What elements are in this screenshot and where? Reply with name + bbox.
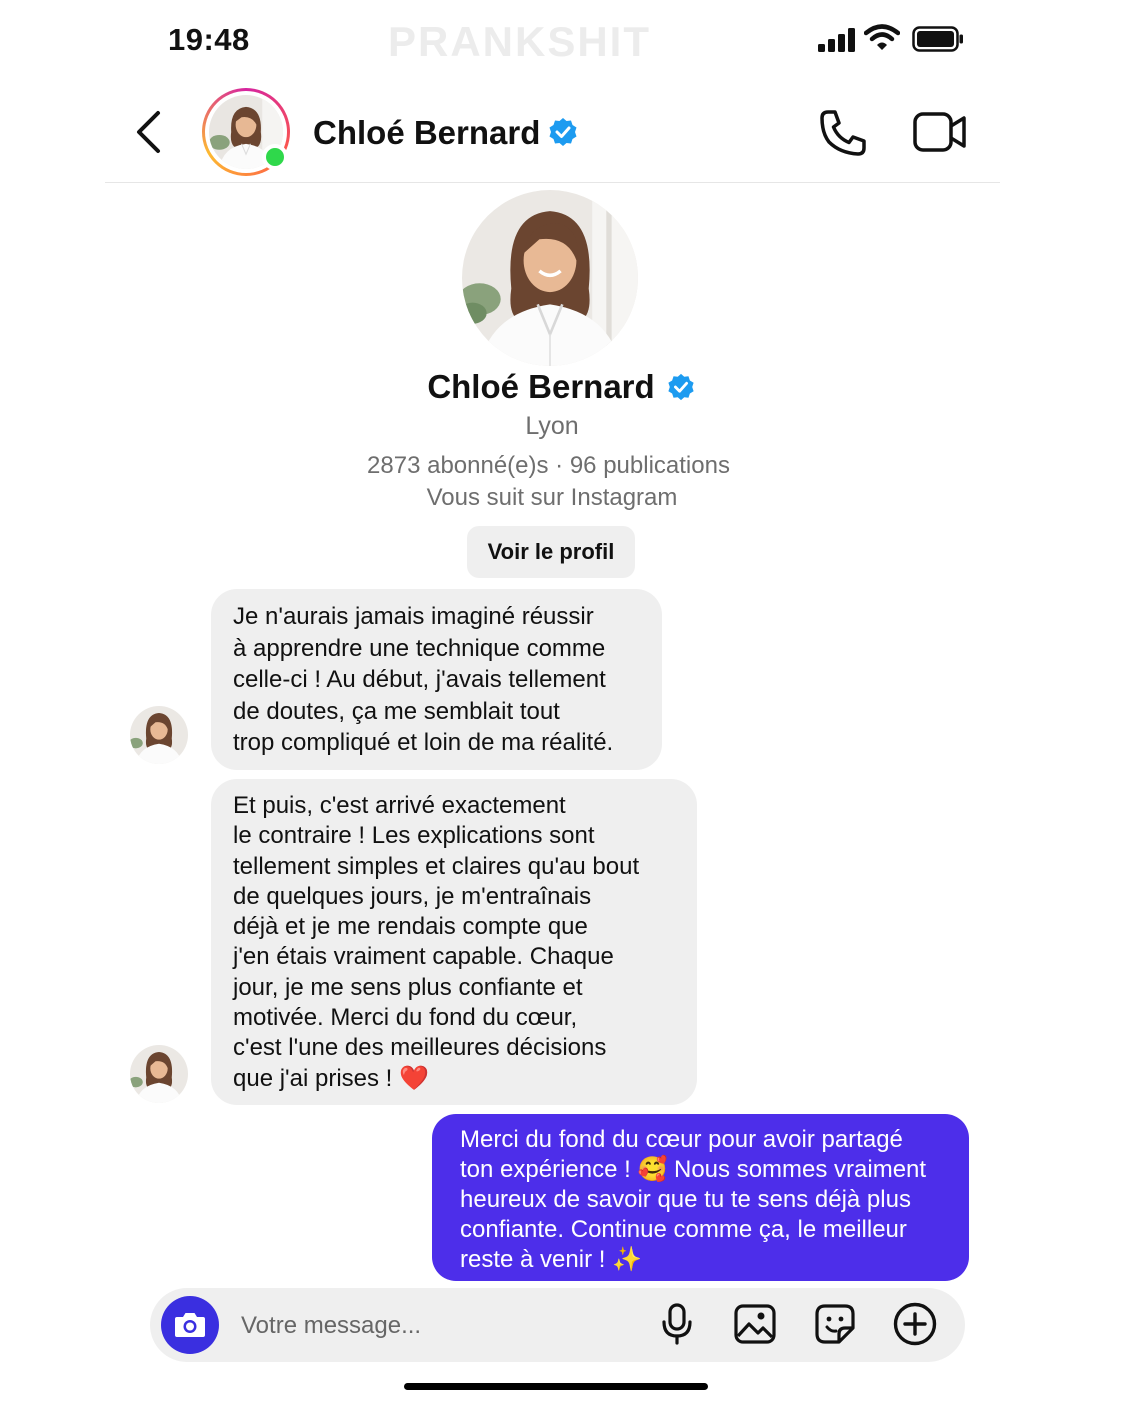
- sticker-icon: [815, 1304, 855, 1344]
- plus-circle-icon: [893, 1302, 937, 1346]
- verified-badge-icon: [668, 373, 694, 401]
- back-button[interactable]: [128, 104, 168, 160]
- message-line: que j'ai prises ! ❤️: [233, 1064, 429, 1092]
- verified-badge-icon: [549, 118, 577, 146]
- message-avatar[interactable]: [130, 706, 188, 764]
- home-indicator: [404, 1383, 708, 1390]
- battery-icon: [912, 26, 963, 52]
- message-line: heureux de savoir que tu te sens déjà pl…: [460, 1186, 911, 1213]
- incoming-message-bubble[interactable]: Je n'aurais jamais imaginé réussir à app…: [211, 589, 662, 770]
- message-line: Je n'aurais jamais imaginé réussir: [233, 603, 594, 630]
- profile-name-row: Chloé Bernard: [0, 368, 1122, 406]
- chevron-left-icon: [137, 111, 160, 153]
- view-profile-button[interactable]: Voir le profil: [467, 526, 635, 578]
- gallery-button[interactable]: [733, 1302, 777, 1346]
- profile-photo[interactable]: [462, 190, 638, 366]
- message-line: j'en étais vraiment capable. Chaque: [233, 943, 614, 971]
- message-line: reste à venir ! ✨: [460, 1246, 642, 1273]
- message-line: trop compliqué et loin de ma réalité.: [233, 729, 614, 756]
- message-line: motivée. Merci du fond du cœur,: [233, 1004, 578, 1032]
- voice-message-button[interactable]: [655, 1302, 699, 1346]
- sticker-button[interactable]: [813, 1302, 857, 1346]
- message-input[interactable]: [241, 1306, 621, 1346]
- phone-icon: [820, 110, 866, 156]
- online-status-dot: [262, 144, 288, 170]
- incoming-message-bubble[interactable]: Et puis, c'est arrivé exactement le cont…: [211, 779, 697, 1105]
- message-line: Merci du fond du cœur pour avoir partagé: [460, 1126, 903, 1153]
- signal-icon: [818, 28, 855, 52]
- message-line: tellement simples et claires qu'au bout: [233, 852, 640, 880]
- microphone-icon: [662, 1303, 692, 1345]
- wifi-icon: [864, 24, 900, 50]
- video-call-button[interactable]: [912, 110, 968, 161]
- image-icon: [734, 1304, 776, 1344]
- watermark: PRANKSHIT: [388, 18, 652, 65]
- message-line: ton expérience ! 🥰 Nous sommes vraiment: [460, 1156, 927, 1183]
- avatar-image: [130, 706, 188, 764]
- avatar-image: [130, 1045, 188, 1103]
- camera-button[interactable]: [161, 1296, 219, 1354]
- status-bar: 19:48 PRANKSHIT: [0, 0, 1122, 80]
- status-time: 19:48: [168, 22, 250, 57]
- camera-icon: [175, 1313, 205, 1337]
- message-avatar[interactable]: [130, 1045, 188, 1103]
- message-line: de quelques jours, je m'entraînais: [233, 882, 592, 910]
- profile-city: Lyon: [525, 412, 579, 440]
- video-camera-icon: [913, 112, 966, 152]
- voice-call-button[interactable]: [816, 106, 870, 165]
- message-line: le contraire ! Les explications sont: [233, 822, 595, 850]
- message-line: confiante. Continue comme ça, le meilleu…: [460, 1216, 907, 1243]
- profile-stats: 2873 abonné(e)s · 96 publications: [367, 452, 730, 479]
- profile-follow-note: Vous suit sur Instagram: [426, 484, 678, 511]
- message-line: Et puis, c'est arrivé exactement: [233, 792, 566, 819]
- message-line: c'est l'une des meilleures décisions: [233, 1034, 607, 1062]
- profile-photo-image: [462, 190, 638, 366]
- message-line: à apprendre une technique comme: [233, 634, 606, 662]
- outgoing-message-bubble[interactable]: Merci du fond du cœur pour avoir partagé…: [432, 1114, 969, 1281]
- header-contact-name[interactable]: Chloé Bernard: [313, 114, 540, 152]
- message-line: celle-ci ! Au début, j'avais tellement: [233, 666, 606, 693]
- more-options-button[interactable]: [893, 1302, 937, 1346]
- message-line: de doutes, ça me semblait tout: [233, 697, 560, 725]
- profile-name: Chloé Bernard: [427, 368, 655, 405]
- header-divider: [105, 182, 1000, 183]
- message-line: déjà et je me rendais compte que: [233, 913, 588, 941]
- message-line: jour, je me sens plus confiante et: [233, 973, 583, 1001]
